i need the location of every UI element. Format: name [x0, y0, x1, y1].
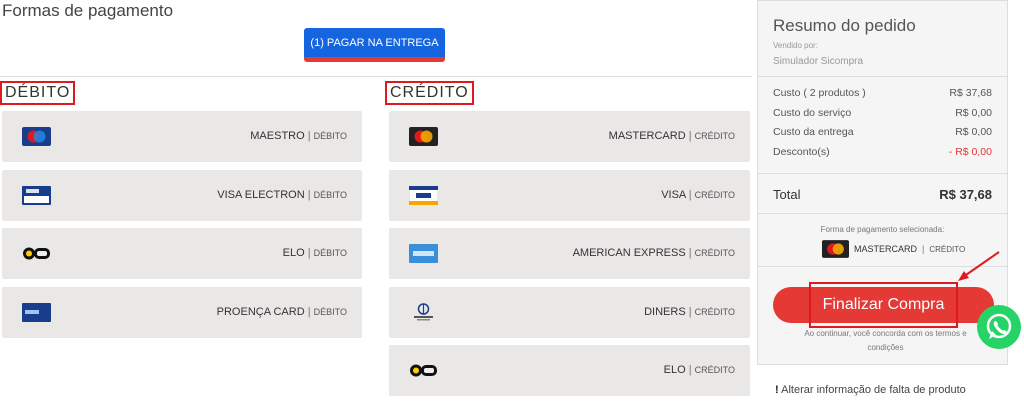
maestro-icon	[22, 127, 51, 146]
total-row: Total R$ 37,68	[773, 187, 992, 202]
card-name: MASTERCARD	[608, 130, 686, 142]
card-type: DÉBITO	[313, 248, 347, 258]
terms-text: Ao continuar, você concorda com os termo…	[778, 327, 993, 355]
exclamation-icon: !	[775, 384, 779, 396]
card-type: CRÉDITO	[694, 307, 735, 317]
payment-option-diners[interactable]: DINERS | CRÉDITO	[389, 287, 750, 338]
card-name: AMERICAN EXPRESS	[572, 247, 686, 259]
summary-divider	[758, 213, 1007, 214]
diners-icon	[414, 303, 433, 321]
elo-icon	[410, 364, 437, 377]
summary-title: Resumo do pedido	[773, 16, 916, 35]
terms-line: Ao continuar, você concorda com os termo…	[804, 329, 967, 338]
payment-option-elo-debit[interactable]: ELO | DÉBITO	[2, 228, 362, 279]
selected-payment-name: MASTERCARD	[854, 244, 918, 254]
card-name: ELO	[282, 247, 305, 259]
seller-name: Simulador Sicompra	[773, 56, 864, 67]
summary-row-value: R$ 0,00	[955, 107, 992, 119]
order-summary-panel: Resumo do pedido Vendido por: Simulador …	[757, 0, 1008, 365]
terms-link[interactable]: condições	[778, 341, 993, 355]
mastercard-icon	[409, 127, 438, 146]
payment-option-visa[interactable]: VISA | CRÉDITO	[389, 170, 750, 221]
proenca-card-icon	[22, 303, 51, 322]
visa-electron-icon	[22, 186, 51, 205]
payment-option-maestro[interactable]: MAESTRO | DÉBITO	[2, 111, 362, 162]
summary-row-value: R$ 0,00	[955, 126, 992, 138]
card-type: CRÉDITO	[694, 190, 735, 200]
sold-by-label: Vendido por:	[773, 41, 818, 50]
elo-icon	[23, 247, 50, 260]
mastercard-icon	[822, 240, 849, 258]
pay-on-delivery-button[interactable]: (1) PAGAR NA ENTREGA	[304, 28, 445, 62]
total-label: Total	[773, 187, 801, 202]
product-shortage-alert-link[interactable]: ! Alterar informação de falta de produto	[775, 384, 966, 396]
total-value: R$ 37,68	[939, 187, 992, 202]
selected-payment-label: Forma de pagamento selecionada:	[820, 225, 945, 234]
summary-row-value: R$ 37,68	[949, 87, 992, 99]
summary-row-value: - R$ 0,00	[948, 146, 992, 158]
credit-section-title: CRÉDITO	[385, 81, 474, 105]
payment-option-mastercard[interactable]: MASTERCARD | CRÉDITO	[389, 111, 750, 162]
payment-option-elo-credit[interactable]: ELO | CRÉDITO	[389, 345, 750, 396]
payment-option-visa-electron[interactable]: VISA ELECTRON | DÉBITO	[2, 170, 362, 221]
whatsapp-icon	[986, 313, 1012, 339]
card-type: DÉBITO	[313, 131, 347, 141]
summary-row: Custo da entrega R$ 0,00	[773, 126, 992, 138]
divider	[0, 76, 752, 77]
debit-section-title: DÉBITO	[0, 81, 76, 105]
selected-payment: MASTERCARD | CRÉDITO	[822, 240, 965, 258]
card-name: DINERS	[644, 306, 686, 318]
card-type: DÉBITO	[313, 307, 347, 317]
whatsapp-button[interactable]	[977, 305, 1021, 349]
card-name: ELO	[663, 364, 686, 376]
page-title: Formas de pagamento	[2, 1, 174, 20]
annotation-arrow	[958, 251, 1000, 281]
amex-icon	[409, 244, 438, 263]
summary-row: Custo ( 2 produtos ) R$ 37,68	[773, 87, 992, 99]
summary-divider	[758, 173, 1007, 174]
card-type: CRÉDITO	[694, 131, 735, 141]
alert-text: Alterar informação de falta de produto	[781, 384, 966, 396]
card-name: PROENÇA CARD	[216, 306, 305, 318]
summary-row: Desconto(s) - R$ 0,00	[773, 146, 992, 158]
summary-divider	[758, 76, 1007, 77]
card-type: CRÉDITO	[694, 248, 735, 258]
card-type: CRÉDITO	[694, 365, 735, 375]
payment-option-american-express[interactable]: AMERICAN EXPRESS | CRÉDITO	[389, 228, 750, 279]
summary-row-label: Custo do serviço	[773, 107, 852, 119]
visa-icon	[409, 186, 438, 205]
summary-row: Custo do serviço R$ 0,00	[773, 107, 992, 119]
summary-row-label: Custo ( 2 produtos )	[773, 87, 866, 99]
card-name: MAESTRO	[250, 130, 305, 142]
card-type: DÉBITO	[313, 190, 347, 200]
card-name: VISA ELECTRON	[217, 189, 305, 201]
annotation-highlight-box	[809, 282, 958, 328]
card-name: VISA	[661, 189, 686, 201]
payment-option-proenca-card[interactable]: PROENÇA CARD | DÉBITO	[2, 287, 362, 338]
summary-row-label: Custo da entrega	[773, 126, 854, 138]
summary-row-label: Desconto(s)	[773, 146, 830, 158]
